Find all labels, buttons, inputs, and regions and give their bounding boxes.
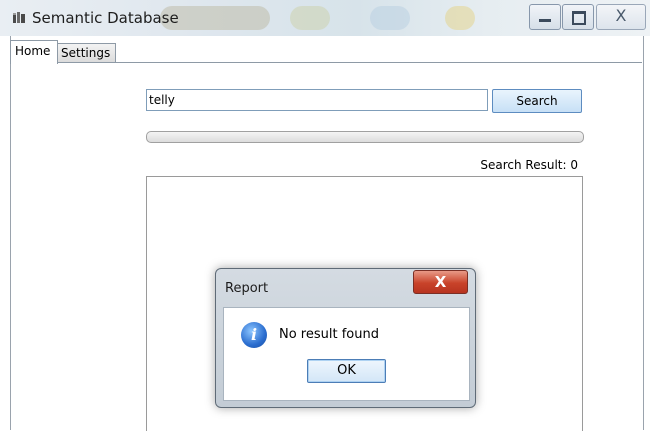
ok-button[interactable]: OK [307, 359, 386, 383]
database-icon [13, 12, 25, 23]
dialog-title: Report [225, 281, 269, 296]
report-dialog: Report X i No result found OK [215, 268, 476, 408]
tab-settings[interactable]: Settings [56, 43, 116, 62]
tab-home[interactable]: Home [10, 40, 58, 64]
search-input[interactable]: telly [146, 89, 488, 111]
title-bar[interactable]: Semantic Database X [0, 0, 650, 36]
tab-divider [10, 62, 642, 63]
info-icon: i [241, 322, 267, 348]
close-button[interactable]: X [596, 4, 646, 30]
background-blur [290, 6, 330, 30]
window-title: Semantic Database [32, 9, 179, 27]
dialog-body: i No result found OK [223, 307, 470, 401]
minimize-icon [539, 19, 551, 22]
minimize-button[interactable] [529, 4, 561, 30]
background-blur [370, 6, 410, 30]
dialog-message: No result found [279, 327, 379, 342]
app-window: Semantic Database X Home Settings telly … [0, 0, 650, 431]
dialog-close-button[interactable]: X [413, 270, 468, 294]
maximize-icon [572, 11, 586, 25]
maximize-button[interactable] [562, 4, 594, 30]
close-icon: X [615, 6, 627, 25]
progress-bar [146, 131, 584, 143]
close-icon: X [434, 273, 447, 291]
background-blur [445, 6, 475, 30]
search-result-count: Search Result: 0 [480, 158, 578, 172]
search-button[interactable]: Search [492, 89, 582, 113]
